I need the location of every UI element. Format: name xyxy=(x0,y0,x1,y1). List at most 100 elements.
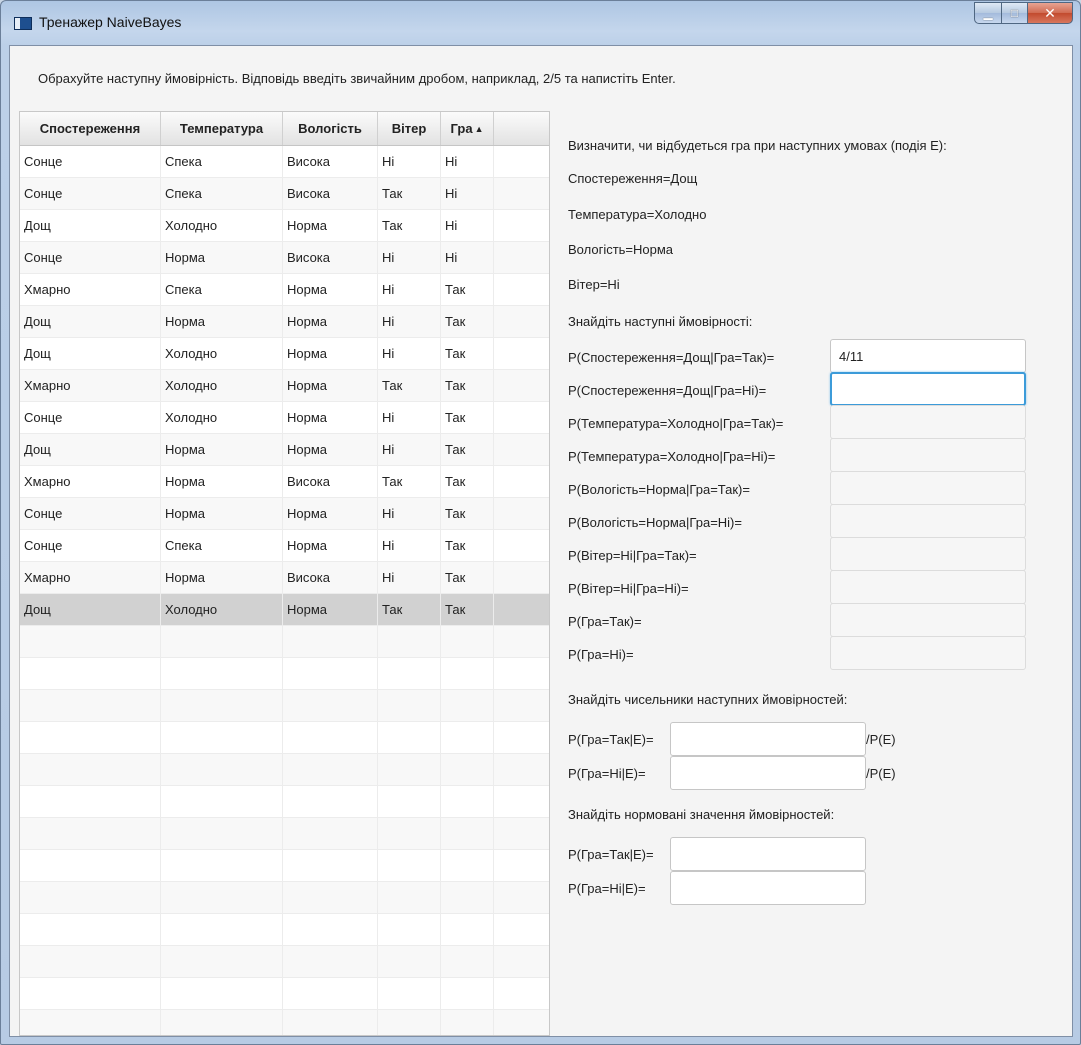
table-cell: Ні xyxy=(378,530,441,561)
table-cell: Сонце xyxy=(20,242,161,273)
normalized-yes-label: P(Гра=Так|E)= xyxy=(568,847,654,862)
table-row[interactable]: Дощ Холодно Норма Так Ні xyxy=(20,210,549,242)
table-cell xyxy=(441,850,494,881)
column-header-label: Спостереження xyxy=(39,121,141,136)
column-header-temperature[interactable]: Температура xyxy=(161,112,283,145)
table-cell xyxy=(161,946,283,977)
probability-input[interactable] xyxy=(830,504,1026,538)
table-cell xyxy=(494,498,549,529)
table-row[interactable]: Хмарно Спека Норма Ні Так xyxy=(20,274,549,306)
table-cell xyxy=(494,178,549,209)
table-cell: Норма xyxy=(161,434,283,465)
numerator-no-label: P(Гра=Ні|E)= xyxy=(568,766,646,781)
table-cell xyxy=(283,914,378,945)
probability-label: P(Гра=Ні)= xyxy=(568,647,634,662)
table-cell xyxy=(494,658,549,689)
probability-input[interactable] xyxy=(830,339,1026,373)
column-header-observation[interactable]: Спостереження xyxy=(20,112,161,145)
table-cell xyxy=(20,722,161,753)
column-header-label: Температура xyxy=(179,121,264,136)
table-cell xyxy=(494,1010,549,1035)
table-cell xyxy=(494,402,549,433)
table-cell xyxy=(20,1010,161,1035)
numerator-yes-suffix: /P(E) xyxy=(866,732,896,747)
table-row[interactable]: Хмарно Норма Висока Ні Так xyxy=(20,562,549,594)
probability-label: P(Спостереження=Дощ|Гра=Ні)= xyxy=(568,383,767,398)
table-cell: Спека xyxy=(161,274,283,305)
table-cell xyxy=(378,786,441,817)
condition-wind: Вітер=Ні xyxy=(568,277,620,292)
table-cell: Хмарно xyxy=(20,562,161,593)
close-button[interactable]: ✕ xyxy=(1027,2,1073,24)
data-table[interactable]: Спостереження Температура Вологість Віте… xyxy=(19,111,550,1036)
table-cell xyxy=(441,882,494,913)
table-cell: Спека xyxy=(161,178,283,209)
table-row[interactable]: Сонце Спека Норма Ні Так xyxy=(20,530,549,562)
probability-input[interactable] xyxy=(830,405,1026,439)
table-cell xyxy=(494,946,549,977)
table-cell xyxy=(441,786,494,817)
table-row[interactable]: Дощ Холодно Норма Так Так xyxy=(20,594,549,626)
title-bar[interactable]: Тренажер NaiveBayes ▁ □ ✕ xyxy=(1,1,1080,45)
table-cell: Так xyxy=(441,434,494,465)
table-cell: Норма xyxy=(283,210,378,241)
column-header-filler xyxy=(494,112,549,145)
table-cell xyxy=(494,722,549,753)
probability-label: P(Вологість=Норма|Гра=Так)= xyxy=(568,482,750,497)
table-cell: Холодно xyxy=(161,594,283,625)
normalized-no-input[interactable] xyxy=(670,871,866,905)
column-header-play[interactable]: Гра ▲ xyxy=(441,112,494,145)
table-row[interactable]: Сонце Спека Висока Ні Ні xyxy=(20,146,549,178)
minimize-button[interactable]: ▁ xyxy=(974,2,1001,24)
column-header-humidity[interactable]: Вологість xyxy=(283,112,378,145)
table-row[interactable]: Дощ Норма Норма Ні Так xyxy=(20,306,549,338)
condition-observation: Спостереження=Дощ xyxy=(568,171,698,186)
probability-input[interactable] xyxy=(830,636,1026,670)
table-cell xyxy=(20,658,161,689)
probability-input[interactable] xyxy=(830,570,1026,604)
table-row[interactable]: Дощ Холодно Норма Ні Так xyxy=(20,338,549,370)
table-row[interactable]: Сонце Холодно Норма Ні Так xyxy=(20,402,549,434)
table-cell: Ні xyxy=(378,242,441,273)
table-row[interactable]: Хмарно Норма Висока Так Так xyxy=(20,466,549,498)
table-cell xyxy=(494,370,549,401)
table-cell xyxy=(283,1010,378,1035)
table-cell: Норма xyxy=(283,274,378,305)
numerator-yes-input[interactable] xyxy=(670,722,866,756)
column-header-wind[interactable]: Вітер xyxy=(378,112,441,145)
table-cell xyxy=(20,946,161,977)
probability-input[interactable] xyxy=(830,537,1026,571)
table-cell xyxy=(283,946,378,977)
table-cell xyxy=(20,882,161,913)
table-cell: Ні xyxy=(441,178,494,209)
table-cell: Холодно xyxy=(161,370,283,401)
table-cell: Дощ xyxy=(20,434,161,465)
table-cell: Норма xyxy=(161,466,283,497)
numerator-no-input[interactable] xyxy=(670,756,866,790)
probability-input[interactable] xyxy=(830,372,1026,406)
probability-input[interactable] xyxy=(830,438,1026,472)
right-panel: Визначити, чи відбудеться гра при наступ… xyxy=(555,46,1070,1036)
table-cell xyxy=(20,786,161,817)
table-cell xyxy=(20,818,161,849)
caption-buttons: ▁ □ ✕ xyxy=(974,2,1073,24)
normalized-yes-input[interactable] xyxy=(670,837,866,871)
maximize-button[interactable]: □ xyxy=(1001,2,1027,24)
table-cell xyxy=(20,626,161,657)
table-row[interactable]: Дощ Норма Норма Ні Так xyxy=(20,434,549,466)
probability-input[interactable] xyxy=(830,603,1026,637)
empty-table-row xyxy=(20,946,549,978)
table-cell: Ні xyxy=(378,402,441,433)
table-cell xyxy=(378,978,441,1009)
table-row[interactable]: Сонце Спека Висока Так Ні xyxy=(20,178,549,210)
table-row[interactable]: Сонце Норма Норма Ні Так xyxy=(20,498,549,530)
table-cell xyxy=(283,850,378,881)
table-cell xyxy=(441,626,494,657)
probability-input[interactable] xyxy=(830,471,1026,505)
table-cell: Так xyxy=(378,594,441,625)
numerators-heading: Знайдіть чисельники наступних ймовірност… xyxy=(568,692,848,707)
table-cell xyxy=(161,978,283,1009)
table-cell xyxy=(441,978,494,1009)
table-row[interactable]: Сонце Норма Висока Ні Ні xyxy=(20,242,549,274)
table-row[interactable]: Хмарно Холодно Норма Так Так xyxy=(20,370,549,402)
